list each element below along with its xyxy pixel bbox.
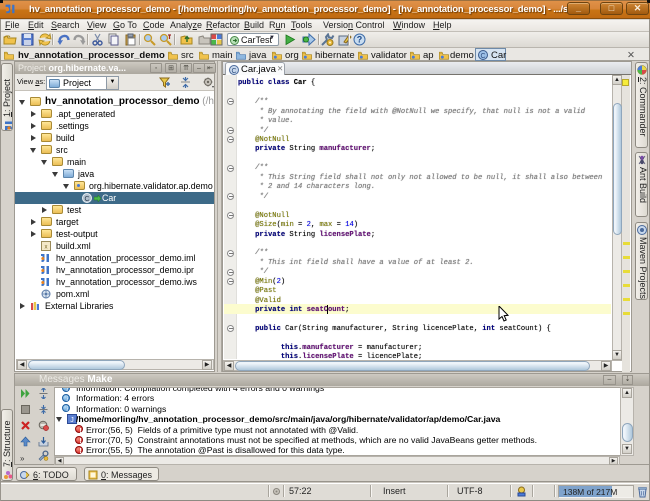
svg-text:C: C: [480, 53, 485, 60]
svg-text:x: x: [45, 245, 48, 251]
svg-text:J: J: [70, 417, 74, 424]
svg-text:?: ?: [357, 35, 363, 45]
svg-text:C: C: [231, 67, 236, 74]
svg-text:C: C: [84, 196, 89, 203]
